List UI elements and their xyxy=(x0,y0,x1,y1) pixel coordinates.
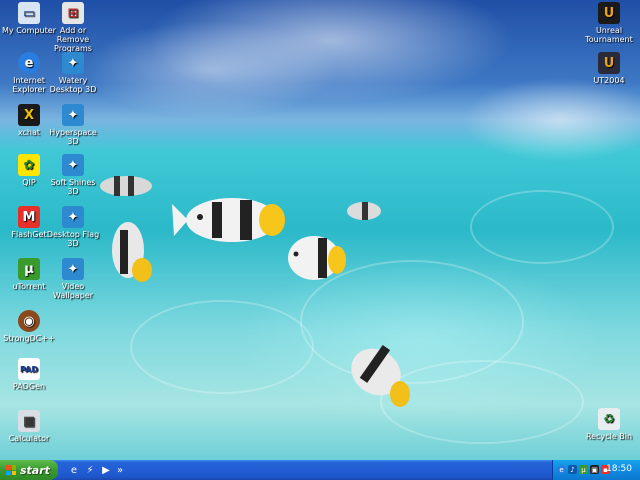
ie-icon: e xyxy=(18,52,40,74)
network-icon[interactable]: e xyxy=(557,465,566,474)
chat-tray-icon[interactable]: ▣ xyxy=(590,465,599,474)
icon-label: Hyperspace 3D xyxy=(49,128,97,146)
utorrent-tray-icon[interactable]: µ xyxy=(579,465,588,474)
water-ripple xyxy=(130,300,314,394)
unreal-icon: U xyxy=(598,2,620,24)
recycle-bin-icon: ♻ xyxy=(598,408,620,430)
desktop[interactable]: ▭ My Computer e Internet Explorer X xcha… xyxy=(0,0,640,460)
windows-logo-icon xyxy=(6,465,16,475)
fish-small xyxy=(347,202,381,220)
icon-label: Recycle Bin xyxy=(585,432,633,441)
system-tray: e ♪ µ ▣ ▪ 18:50 xyxy=(552,460,640,480)
screensaver-icon: ✦ xyxy=(62,104,84,126)
desktop-icon-watery-desktop[interactable]: ✦ Watery Desktop 3D xyxy=(44,52,102,94)
fish-bottom xyxy=(351,344,410,407)
desktop-icon-recycle-bin[interactable]: ♻ Recycle Bin xyxy=(580,408,638,441)
icon-label: Calculator xyxy=(8,434,50,443)
desktop-icon-ut2004[interactable]: U UT2004 xyxy=(580,52,638,85)
desktop-icon-hyperspace[interactable]: ✦ Hyperspace 3D xyxy=(44,104,102,146)
qip-icon: ✿ xyxy=(18,154,40,176)
desktop-icon-unreal-tournament[interactable]: U Unreal Tournament xyxy=(580,2,638,44)
icon-label: Watery Desktop 3D xyxy=(49,76,97,94)
flashget-icon: M xyxy=(18,206,40,228)
ut2004-icon: U xyxy=(598,52,620,74)
desktop-icon-video-wallpaper[interactable]: ✦ Video Wallpaper xyxy=(44,258,102,300)
add-remove-icon: ⊞ xyxy=(62,2,84,24)
flashget-icon[interactable]: ⚡ xyxy=(84,464,96,476)
water-ripple xyxy=(470,190,614,264)
utorrent-icon: µ xyxy=(18,258,40,280)
computer-icon: ▭ xyxy=(18,2,40,24)
strongdc-icon: ◉ xyxy=(18,310,40,332)
screensaver-icon: ✦ xyxy=(62,52,84,74)
screensaver-icon: ✦ xyxy=(62,206,84,228)
start-label: start xyxy=(20,463,50,477)
media-icon[interactable]: ▶ xyxy=(100,464,112,476)
start-button[interactable]: start xyxy=(0,460,58,480)
icon-label: UT2004 xyxy=(593,76,625,85)
ie-icon[interactable]: e xyxy=(68,464,80,476)
icon-label: PADGen xyxy=(12,382,46,391)
icon-label: Unreal Tournament xyxy=(585,26,633,44)
desktop-icon-padgen[interactable]: PAD PADGen xyxy=(0,358,58,391)
desktop-icon-desktop-flag[interactable]: ✦ Desktop Flag 3D xyxy=(44,206,102,248)
fish-left xyxy=(112,222,152,282)
clock[interactable]: 18:50 xyxy=(606,464,632,474)
icon-label: StrongDC++ xyxy=(3,334,55,343)
fish-large xyxy=(172,198,285,242)
desktop-icon-calculator[interactable]: ▦ Calculator xyxy=(0,410,58,443)
padgen-icon: PAD xyxy=(18,358,40,380)
xchat-icon: X xyxy=(18,104,40,126)
icon-label: Video Wallpaper xyxy=(52,282,93,300)
fish-medium xyxy=(288,236,346,280)
desktop-icon-add-remove-programs[interactable]: ⊞ Add or Remove Programs xyxy=(44,2,102,53)
quick-launch-overflow[interactable]: » xyxy=(114,464,126,476)
screensaver-icon: ✦ xyxy=(62,154,84,176)
calculator-icon: ▦ xyxy=(18,410,40,432)
taskbar: start e ⚡ ▶ » e ♪ µ ▣ ▪ 18:50 xyxy=(0,460,640,480)
desktop-icon-soft-shines[interactable]: ✦ Soft Shines 3D xyxy=(44,154,102,196)
screensaver-icon: ✦ xyxy=(62,258,84,280)
icon-label: Soft Shines 3D xyxy=(50,178,96,196)
desktop-icon-strongdc[interactable]: ◉ StrongDC++ xyxy=(0,310,58,343)
icon-label: Add or Remove Programs xyxy=(54,26,92,53)
icon-label: Desktop Flag 3D xyxy=(46,230,100,248)
volume-icon[interactable]: ♪ xyxy=(568,465,577,474)
fish-small xyxy=(100,176,152,196)
